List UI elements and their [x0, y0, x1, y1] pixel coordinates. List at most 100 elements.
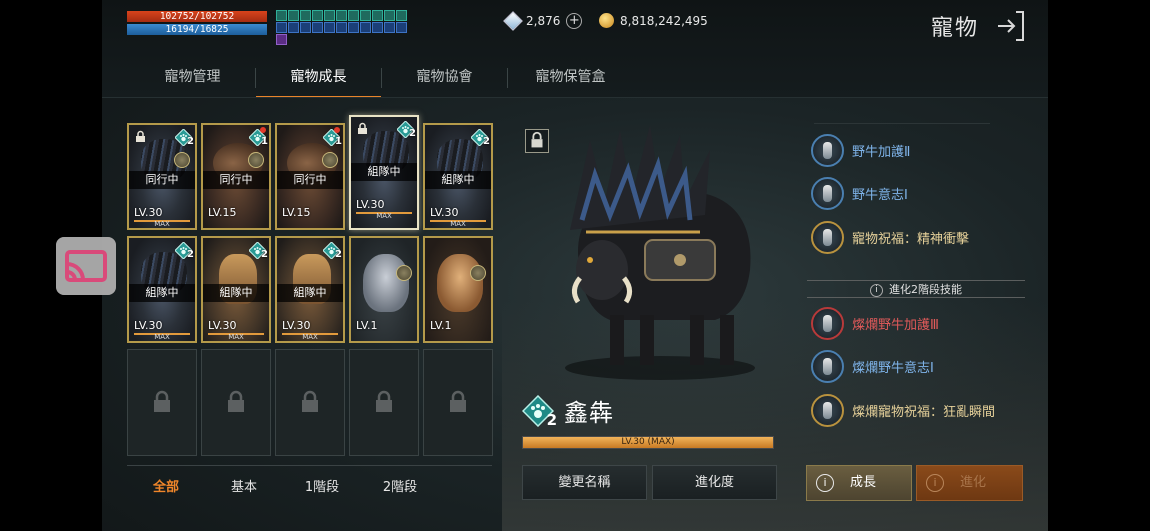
pet-slot[interactable]: 2 組隊中 LV.30 MAX — [349, 115, 419, 230]
pet-rank-number: 2 — [187, 249, 194, 260]
skill-icon — [811, 350, 844, 383]
evo-skill-item[interactable]: 燦爛野牛加護Ⅲ — [811, 307, 939, 340]
tab-pet-storage[interactable]: 寵物保管盒 — [508, 60, 633, 98]
empty-pet-slot[interactable] — [349, 349, 419, 456]
exit-icon[interactable] — [996, 10, 1026, 42]
pet-screen: 102752/102752 16194/16825 2,876 + 8,818,… — [102, 0, 1048, 531]
grow-button[interactable]: i 成長 — [806, 465, 912, 501]
buff-icon — [312, 10, 323, 21]
equipment-icon — [248, 152, 264, 168]
pet-level: LV.30 — [134, 319, 163, 332]
pet-status: 組隊中 — [203, 284, 269, 302]
lock-icon — [450, 390, 466, 412]
buff-icon — [384, 22, 395, 33]
skill-label: 寵物祝福：精神衝擊 — [852, 232, 970, 247]
max-label: MAX — [376, 212, 392, 220]
filter-stage-2[interactable]: 2階段 — [361, 466, 439, 510]
evolve-button[interactable]: i 進化 — [916, 465, 1023, 501]
skill-label: 燦爛野牛加護Ⅲ — [852, 318, 939, 333]
skill-item[interactable]: 寵物祝福：精神衝擊 — [811, 221, 969, 254]
pet-model-bison — [565, 125, 755, 380]
screen-cast-icon[interactable] — [56, 237, 116, 295]
pet-rank-number: 1 — [261, 136, 268, 147]
diamond-amount: 2,876 — [526, 14, 561, 28]
evo-skill-item[interactable]: 燦爛野牛意志Ⅰ — [811, 350, 934, 383]
filter-basic[interactable]: 基本 — [205, 466, 283, 510]
buff-icon — [348, 10, 359, 21]
max-label: MAX — [450, 220, 466, 228]
mp-bar: 16194/16825 — [127, 24, 267, 35]
pet-slot[interactable]: 1 同行中 LV.15 — [201, 123, 271, 230]
tab-bar: 寵物管理 寵物成長 寵物協會 寵物保管盒 — [130, 60, 633, 98]
buff-icon — [276, 34, 287, 45]
empty-pet-slot[interactable] — [423, 349, 493, 456]
pet-slot[interactable]: 1 同行中 LV.15 — [275, 123, 345, 230]
evolution-skills-header: i 進化2階段技能 — [807, 280, 1025, 298]
buff-icon — [384, 10, 395, 21]
evolution-skills-title: 進化2階段技能 — [889, 283, 962, 296]
pet-status: 組隊中 — [129, 284, 195, 302]
buff-icon — [336, 22, 347, 33]
grow-label: 成長 — [850, 475, 877, 490]
filter-stage-1[interactable]: 1階段 — [283, 466, 361, 510]
skill-item[interactable]: 野牛加護Ⅱ — [811, 134, 910, 167]
tab-pet-guild[interactable]: 寵物協會 — [382, 60, 507, 98]
equipment-icon — [470, 265, 486, 281]
pet-slot[interactable]: 2 組隊中 LV.30 MAX — [201, 236, 271, 343]
skill-label: 燦爛野牛意志Ⅰ — [852, 361, 934, 376]
gold-counter: 8,818,242,495 — [599, 13, 708, 28]
pet-rank-number: 2 — [261, 249, 268, 260]
pet-rank-number: 2 — [335, 249, 342, 260]
diamond-counter: 2,876 + — [503, 11, 583, 31]
info-icon: i — [926, 473, 944, 492]
pet-rank-number: 2 — [546, 410, 557, 429]
filter-all[interactable]: 全部 — [127, 466, 205, 510]
pet-level: LV.1 — [430, 319, 452, 332]
empty-pet-slot[interactable] — [275, 349, 345, 456]
pet-slot[interactable]: 2 組隊中 LV.30 MAX — [275, 236, 345, 343]
buff-icon — [372, 10, 383, 21]
empty-pet-slot[interactable] — [201, 349, 271, 456]
pet-name-area: 2 鑫犇 — [521, 393, 614, 429]
buff-icon — [324, 10, 335, 21]
skill-item[interactable]: 野牛意志Ⅰ — [811, 177, 908, 210]
buff-icon — [336, 10, 347, 21]
info-icon: i — [816, 473, 834, 492]
page-title: 寵物 — [931, 16, 980, 41]
lock-icon — [136, 130, 145, 142]
pet-level-label: LV.30 (MAX) — [621, 437, 675, 447]
pet-slot[interactable]: 2 同行中 LV.30 MAX — [127, 123, 197, 230]
empty-pet-slot[interactable] — [127, 349, 197, 456]
max-label: MAX — [154, 333, 170, 341]
evolution-level-button[interactable]: 進化度 — [652, 465, 777, 500]
pet-name: 鑫犇 — [564, 399, 614, 427]
skill-icon — [811, 307, 844, 340]
max-label: MAX — [228, 333, 244, 341]
equipment-icon — [396, 265, 412, 281]
pet-slot[interactable]: 2 組隊中 LV.30 MAX — [423, 123, 493, 230]
evo-skill-item[interactable]: 燦爛寵物祝福：狂亂瞬間 — [811, 394, 995, 427]
tab-pet-management[interactable]: 寵物管理 — [130, 60, 255, 98]
pet-slot[interactable]: LV.1 — [423, 236, 493, 343]
pet-slot[interactable]: LV.1 — [349, 236, 419, 343]
buff-icons — [276, 10, 412, 45]
pet-rank-number: 2 — [483, 136, 490, 147]
skill-icon — [811, 134, 844, 167]
pet-rank-number: 2 — [409, 128, 416, 139]
lock-icon — [302, 390, 318, 412]
buff-icon — [372, 22, 383, 33]
buff-icon — [300, 10, 311, 21]
rename-button[interactable]: 變更名稱 — [522, 465, 647, 500]
pet-level-bar: LV.30 (MAX) — [522, 436, 774, 449]
buff-icon — [360, 22, 371, 33]
equipment-icon — [174, 152, 190, 168]
tab-pet-growth[interactable]: 寵物成長 — [256, 60, 381, 98]
buff-icon — [300, 22, 311, 33]
info-icon[interactable]: i — [870, 283, 883, 297]
add-diamonds-button[interactable]: + — [566, 13, 583, 29]
pet-rank-number: 1 — [335, 136, 342, 147]
notification-dot — [260, 127, 266, 133]
pet-slot[interactable]: 2 組隊中 LV.30 MAX — [127, 236, 197, 343]
lock-icon — [376, 390, 392, 412]
evolve-label: 進化 — [960, 475, 987, 490]
